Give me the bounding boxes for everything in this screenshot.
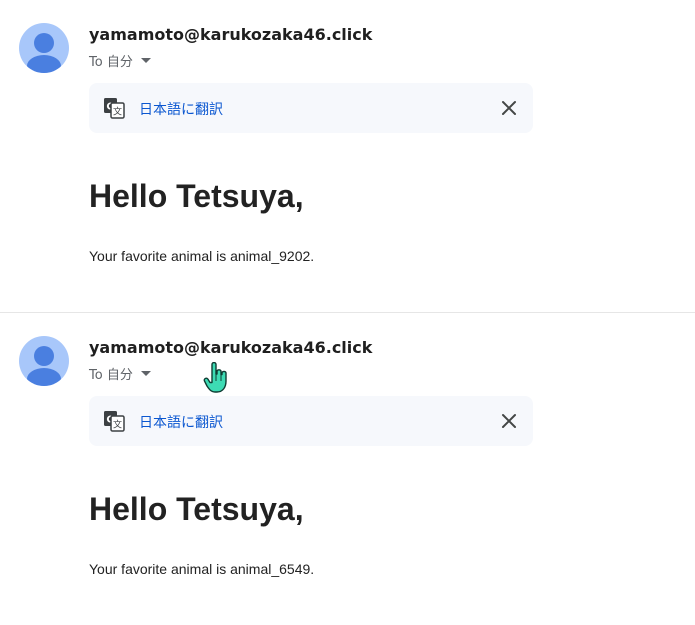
- translate-bar: G 文 日本語に翻訳: [89, 83, 533, 133]
- caret-down-icon[interactable]: [140, 58, 151, 63]
- close-icon[interactable]: [499, 98, 519, 118]
- recipient-dropdown[interactable]: To 自分: [89, 51, 151, 70]
- translate-link[interactable]: 日本語に翻訳: [139, 99, 223, 119]
- email-body-text: Your favorite animal is animal_6549.: [89, 561, 315, 577]
- email-greeting: Hello Tetsuya,: [89, 178, 304, 214]
- recipient-label: To 自分: [89, 368, 133, 383]
- recipient-dropdown[interactable]: To 自分: [89, 364, 151, 383]
- sender-avatar[interactable]: [19, 23, 69, 73]
- close-icon[interactable]: [499, 411, 519, 431]
- person-avatar-icon: [27, 346, 61, 386]
- email-body-text: Your favorite animal is animal_9202.: [89, 248, 315, 264]
- translate-bar: G 文 日本語に翻訳: [89, 396, 533, 446]
- google-translate-icon: G 文: [104, 411, 125, 432]
- svg-text:文: 文: [113, 106, 122, 118]
- recipient-label: To 自分: [89, 55, 133, 70]
- email-message: yamamoto@karukozaka46.click To 自分 G 文 日本…: [0, 0, 695, 312]
- caret-down-icon[interactable]: [140, 371, 151, 376]
- email-greeting: Hello Tetsuya,: [89, 491, 304, 527]
- person-avatar-icon: [27, 33, 61, 73]
- sender-email[interactable]: yamamoto@karukozaka46.click: [89, 338, 372, 357]
- email-message: yamamoto@karukozaka46.click To 自分 G 文 日本…: [0, 312, 695, 625]
- sender-avatar[interactable]: [19, 336, 69, 386]
- sender-email[interactable]: yamamoto@karukozaka46.click: [89, 25, 372, 44]
- svg-text:文: 文: [113, 419, 122, 431]
- translate-link[interactable]: 日本語に翻訳: [139, 412, 223, 432]
- google-translate-icon: G 文: [104, 98, 125, 119]
